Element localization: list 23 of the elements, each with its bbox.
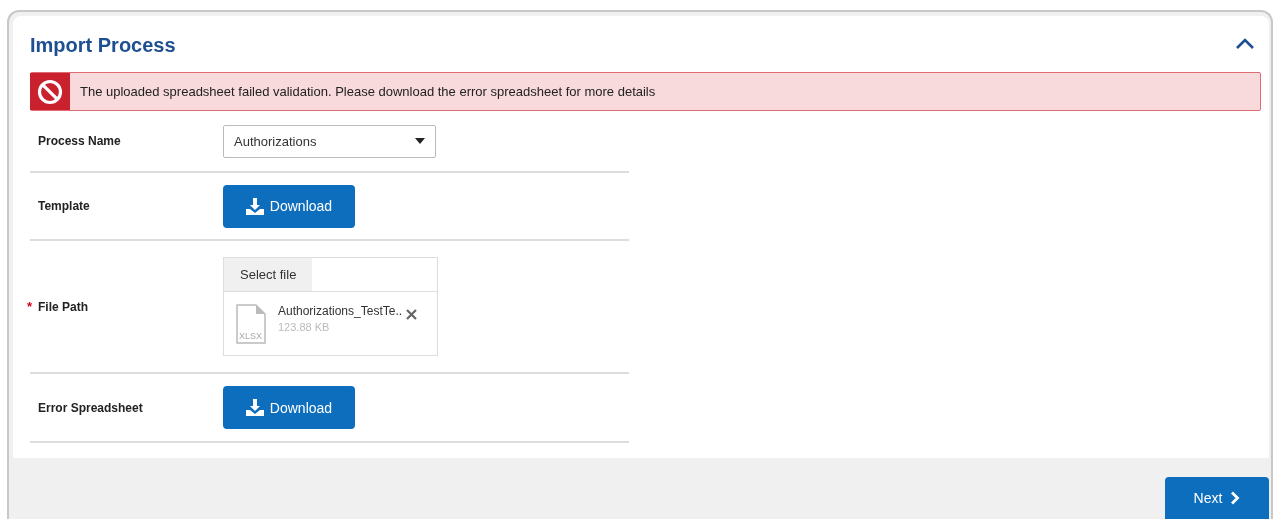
next-button[interactable]: Next bbox=[1165, 477, 1269, 519]
select-file-button[interactable]: Select file bbox=[224, 258, 313, 291]
file-name: Authorizations_TestTe.. bbox=[278, 304, 403, 318]
prohibited-icon bbox=[37, 78, 63, 105]
download-button[interactable]: Download bbox=[223, 386, 355, 429]
download-icon bbox=[245, 399, 264, 416]
file-icon: XLSX bbox=[236, 304, 266, 344]
field-label: Template bbox=[38, 199, 90, 213]
close-icon bbox=[406, 309, 418, 320]
field-label: Process Name bbox=[38, 134, 121, 148]
download-icon bbox=[245, 197, 264, 215]
dropdown-caret-icon bbox=[415, 138, 425, 144]
process-select[interactable]: Authorizations bbox=[223, 124, 436, 158]
alert-message: The uploaded spreadsheet failed validation. Please download the error spreadsheet for more details bbox=[80, 84, 656, 99]
file-size: 123.88 KB bbox=[278, 321, 331, 333]
field-label: File Path bbox=[38, 299, 88, 314]
field-label: Error Spreadsheet bbox=[38, 400, 143, 415]
remove-button[interactable] bbox=[404, 307, 420, 322]
download-button[interactable]: Download bbox=[223, 184, 355, 228]
required-mark: * bbox=[27, 299, 33, 314]
chevron-icon bbox=[1235, 38, 1255, 50]
panel-title: Import Process bbox=[30, 32, 176, 57]
chevron-right-icon bbox=[1230, 491, 1241, 505]
